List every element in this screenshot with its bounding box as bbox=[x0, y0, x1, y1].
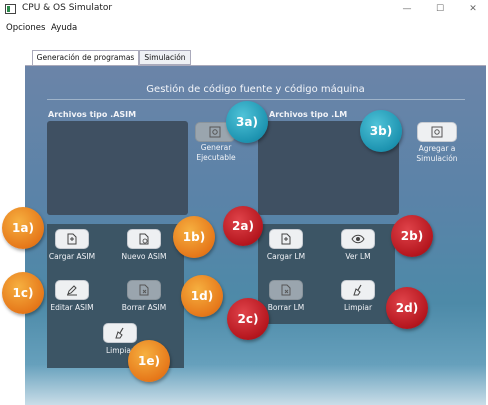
title-bar: CPU & OS Simulator — ☐ ✕ bbox=[0, 0, 488, 18]
callout-1c: 1c) bbox=[2, 272, 44, 314]
callout-2d: 2d) bbox=[386, 287, 428, 329]
document-add-icon bbox=[281, 233, 291, 245]
delete-document-icon bbox=[281, 284, 291, 296]
add-sim-line1: Agregar a bbox=[418, 144, 456, 153]
app-window: CPU & OS Simulator — ☐ ✕ Opciones Ayuda … bbox=[0, 0, 488, 405]
new-document-icon bbox=[139, 233, 149, 245]
generate-executable-label: Generar Ejecutable bbox=[193, 143, 239, 163]
header-divider bbox=[47, 99, 465, 100]
callout-1b: 1b) bbox=[173, 216, 215, 258]
new-asim-button[interactable] bbox=[127, 229, 161, 249]
tab-simulacion[interactable]: Simulación bbox=[139, 50, 191, 65]
minimize-icon[interactable]: — bbox=[400, 2, 414, 16]
menu-ayuda[interactable]: Ayuda bbox=[51, 23, 77, 33]
callout-1a: 1a) bbox=[2, 207, 44, 249]
maximize-icon[interactable]: ☐ bbox=[433, 2, 447, 16]
add-to-simulation-button[interactable] bbox=[417, 122, 457, 142]
gear-icon bbox=[431, 126, 443, 138]
delete-lm-button[interactable] bbox=[269, 280, 303, 300]
pencil-icon bbox=[67, 285, 77, 296]
callout-1e: 1e) bbox=[128, 340, 170, 382]
new-asim-label: Nuevo ASIM bbox=[121, 252, 167, 261]
callout-3b: 3b) bbox=[360, 110, 402, 152]
callout-2a: 2a) bbox=[223, 206, 263, 246]
delete-asim-button[interactable] bbox=[127, 280, 161, 300]
section-header: Gestión de código fuente y código máquin… bbox=[146, 84, 365, 95]
generate-label-line2: Ejecutable bbox=[196, 153, 236, 162]
broom-icon bbox=[353, 284, 362, 296]
broom-icon bbox=[115, 327, 124, 339]
window-title: CPU & OS Simulator bbox=[22, 3, 113, 13]
delete-document-icon bbox=[139, 284, 149, 296]
callout-1d: 1d) bbox=[181, 275, 223, 317]
add-to-simulation-label: Agregar a Simulación bbox=[408, 144, 466, 164]
load-asim-button[interactable] bbox=[55, 229, 89, 249]
load-lm-button[interactable] bbox=[269, 229, 303, 249]
clean-asim-button[interactable] bbox=[103, 323, 137, 343]
load-lm-label: Cargar LM bbox=[266, 252, 306, 261]
clean-lm-button[interactable] bbox=[341, 280, 375, 300]
view-lm-label: Ver LM bbox=[345, 252, 371, 261]
callout-2c: 2c) bbox=[227, 298, 269, 340]
delete-lm-label: Borrar LM bbox=[267, 303, 305, 312]
add-sim-line2: Simulación bbox=[416, 154, 458, 163]
close-icon[interactable]: ✕ bbox=[466, 2, 480, 16]
load-asim-label: Cargar ASIM bbox=[48, 252, 96, 261]
clean-lm-label: Limpiar bbox=[343, 303, 373, 312]
edit-asim-button[interactable] bbox=[55, 280, 89, 300]
tab-generacion[interactable]: Generación de programas bbox=[32, 50, 139, 65]
gear-icon bbox=[209, 126, 221, 138]
generate-label-line1: Generar bbox=[200, 143, 232, 152]
lm-files-label: Archivos tipo .LM bbox=[269, 110, 348, 119]
view-lm-button[interactable] bbox=[341, 229, 375, 249]
eye-icon bbox=[351, 234, 365, 244]
asim-files-label: Archivos tipo .ASIM bbox=[48, 110, 137, 119]
callout-3a: 3a) bbox=[226, 101, 268, 143]
menu-bar: Opciones Ayuda bbox=[0, 20, 488, 36]
asim-file-list[interactable] bbox=[47, 121, 188, 215]
menu-opciones[interactable]: Opciones bbox=[6, 23, 45, 33]
app-icon bbox=[5, 4, 16, 14]
document-add-icon bbox=[67, 233, 77, 245]
delete-asim-label: Borrar ASIM bbox=[121, 303, 167, 312]
edit-asim-label: Editar ASIM bbox=[50, 303, 94, 312]
callout-2b: 2b) bbox=[391, 215, 433, 257]
